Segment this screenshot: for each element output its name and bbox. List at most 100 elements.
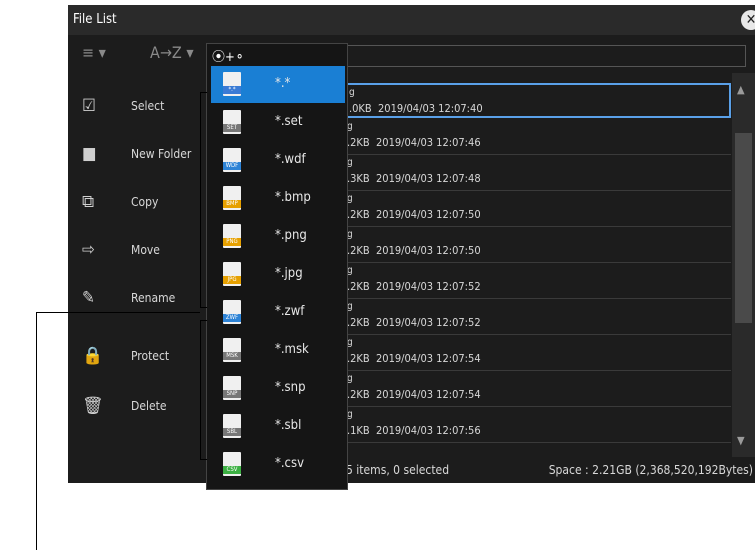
file-type-tag: SNP — [223, 390, 241, 398]
select-label: Select — [131, 99, 165, 113]
filter-extension: *.png — [275, 228, 307, 243]
filter-option[interactable]: JPG *.jpg — [211, 256, 345, 293]
filter-extension: *.sbl — [275, 418, 302, 433]
file-detail: .2KB 2019/04/03 12:07:50 — [347, 244, 481, 257]
file-type-icon: WDF — [223, 148, 241, 172]
sort-icon[interactable]: A→Z ▾ — [150, 43, 194, 62]
filter-option[interactable]: MSK *.msk — [211, 332, 345, 369]
file-detail: .2KB 2019/04/03 12:07:54 — [347, 352, 481, 365]
path-field[interactable] — [344, 45, 746, 67]
file-type-tag: MSK — [223, 352, 241, 360]
scroll-down-icon[interactable]: ▼ — [737, 434, 745, 447]
filter-option[interactable]: SBL *.sbl — [211, 408, 345, 445]
filter-extension: *.bmp — [275, 190, 311, 205]
file-detail: .2KB 2019/04/03 12:07:52 — [347, 316, 481, 329]
copy-button[interactable]: ⧉ Copy — [68, 179, 210, 227]
file-row[interactable]: g .1KB 2019/04/03 12:07:56 — [346, 407, 731, 443]
move-icon: ⇨ — [82, 240, 95, 260]
file-detail: .2KB 2019/04/03 12:07:50 — [347, 208, 481, 221]
filter-extension: *.set — [275, 114, 303, 129]
trash-icon: 🗑 — [82, 396, 104, 416]
new-folder-icon: ■ — [82, 144, 97, 164]
lock-icon: 🔒 — [82, 346, 104, 366]
filter-header: ⦿+⚬ — [207, 44, 347, 66]
annotation-leader — [36, 312, 200, 313]
window-title: File List — [73, 12, 117, 27]
file-row[interactable]: g .2KB 2019/04/03 12:07:54 — [346, 371, 731, 407]
file-type-icon: ZWF — [223, 300, 241, 324]
filter-extension: *.msk — [275, 342, 309, 357]
new-folder-button[interactable]: ■ New Folder — [68, 131, 210, 179]
file-type-icon: CSV — [223, 452, 241, 476]
annotation-leader — [36, 312, 37, 550]
delete-label: Delete — [131, 399, 167, 413]
copy-icon: ⧉ — [82, 192, 95, 212]
protect-button[interactable]: 🔒 Protect — [68, 333, 210, 381]
close-icon[interactable]: ✕ — [741, 10, 755, 30]
file-type-tag: CSV — [223, 466, 241, 474]
file-type-icon: PNG — [223, 224, 241, 248]
file-filter-dropdown: ⦿+⚬ *.* *.* SET *.set WDF *.wdf BMP *.bmp PNG *.p… — [206, 43, 348, 490]
copy-label: Copy — [131, 195, 159, 209]
checkbox-icon: ☑ — [82, 96, 96, 116]
file-detail: .0KB 2019/04/03 12:07:40 — [349, 102, 483, 115]
list-view-icon[interactable]: ≡ ▾ — [82, 43, 106, 62]
filter-option[interactable]: BMP *.bmp — [211, 180, 345, 217]
file-type-tag: *.* — [223, 86, 241, 94]
file-name: g — [349, 87, 355, 98]
sidebar: ☑ Select ■ New Folder ⧉ Copy ⇨ Move ✎ Re… — [68, 73, 210, 483]
file-type-icon: BMP — [223, 186, 241, 210]
annotation-bracket — [200, 320, 207, 460]
file-list-window: File List ✕ ≡ ▾ A→Z ▾ ☑ Select ■ New Fol… — [68, 5, 755, 483]
file-type-tag: WDF — [223, 162, 241, 170]
file-detail: .2KB 2019/04/03 12:07:46 — [347, 136, 481, 149]
protect-label: Protect — [131, 349, 170, 363]
filter-option[interactable]: WDF *.wdf — [211, 142, 345, 179]
filter-option[interactable]: PNG *.png — [211, 218, 345, 255]
select-button[interactable]: ☑ Select — [68, 83, 210, 131]
file-row[interactable]: g .2KB 2019/04/03 12:07:50 — [346, 227, 731, 263]
file-row[interactable]: g .3KB 2019/04/03 12:07:48 — [346, 155, 731, 191]
file-row[interactable]: g .2KB 2019/04/03 12:07:52 — [346, 263, 731, 299]
filter-option[interactable]: SNP *.snp — [211, 370, 345, 407]
file-detail: .3KB 2019/04/03 12:07:48 — [347, 172, 481, 185]
file-type-tag: BMP — [223, 200, 241, 208]
file-row[interactable]: g .2KB 2019/04/03 12:07:50 — [346, 191, 731, 227]
scroll-up-icon[interactable]: ▲ — [737, 83, 745, 96]
file-detail: .2KB 2019/04/03 12:07:52 — [347, 280, 481, 293]
filter-extension: *.snp — [275, 380, 306, 395]
file-type-tag: SET — [223, 124, 241, 132]
file-type-icon: *.* — [223, 72, 241, 96]
annotation-bracket — [200, 92, 207, 308]
file-row[interactable]: g .0KB 2019/04/03 12:07:40 — [346, 83, 731, 118]
delete-button[interactable]: 🗑 Delete — [68, 383, 210, 431]
rename-button[interactable]: ✎ Rename — [68, 275, 210, 323]
file-type-tag: ZWF — [223, 314, 241, 322]
filter-extension: *.csv — [275, 456, 305, 471]
file-type-tag: SBL — [223, 428, 241, 436]
rename-label: Rename — [131, 291, 176, 305]
filter-option[interactable]: *.* *.* — [211, 66, 345, 103]
file-detail: .2KB 2019/04/03 12:07:54 — [347, 388, 481, 401]
filter-extension: *.* — [275, 76, 291, 91]
filter-option[interactable]: ZWF *.zwf — [211, 294, 345, 331]
status-bar: 5 items, 0 selected Space : 2.21GB (2,36… — [346, 457, 755, 483]
move-button[interactable]: ⇨ Move — [68, 227, 210, 275]
scroll-thumb[interactable] — [735, 133, 752, 323]
free-space: Space : 2.21GB (2,368,520,192Bytes) — [548, 463, 753, 477]
selection-status: 5 items, 0 selected — [346, 463, 450, 477]
file-detail: .1KB 2019/04/03 12:07:56 — [347, 424, 481, 437]
file-row[interactable]: g .2KB 2019/04/03 12:07:46 — [346, 119, 731, 155]
filter-extension: *.zwf — [275, 304, 305, 319]
file-type-icon: SET — [223, 110, 241, 134]
toolbar: ≡ ▾ A→Z ▾ — [68, 35, 755, 73]
file-type-icon: JPG — [223, 262, 241, 286]
file-list: g .0KB 2019/04/03 12:07:40 g .2KB 2019/0… — [346, 73, 744, 457]
file-row[interactable]: g .2KB 2019/04/03 12:07:52 — [346, 299, 731, 335]
file-row[interactable]: g .2KB 2019/04/03 12:07:54 — [346, 335, 731, 371]
filter-option[interactable]: CSV *.csv — [211, 446, 345, 483]
move-label: Move — [131, 243, 160, 257]
pencil-icon: ✎ — [82, 288, 95, 308]
filter-option[interactable]: SET *.set — [211, 104, 345, 141]
scrollbar[interactable]: ▲ ▼ — [732, 73, 755, 457]
